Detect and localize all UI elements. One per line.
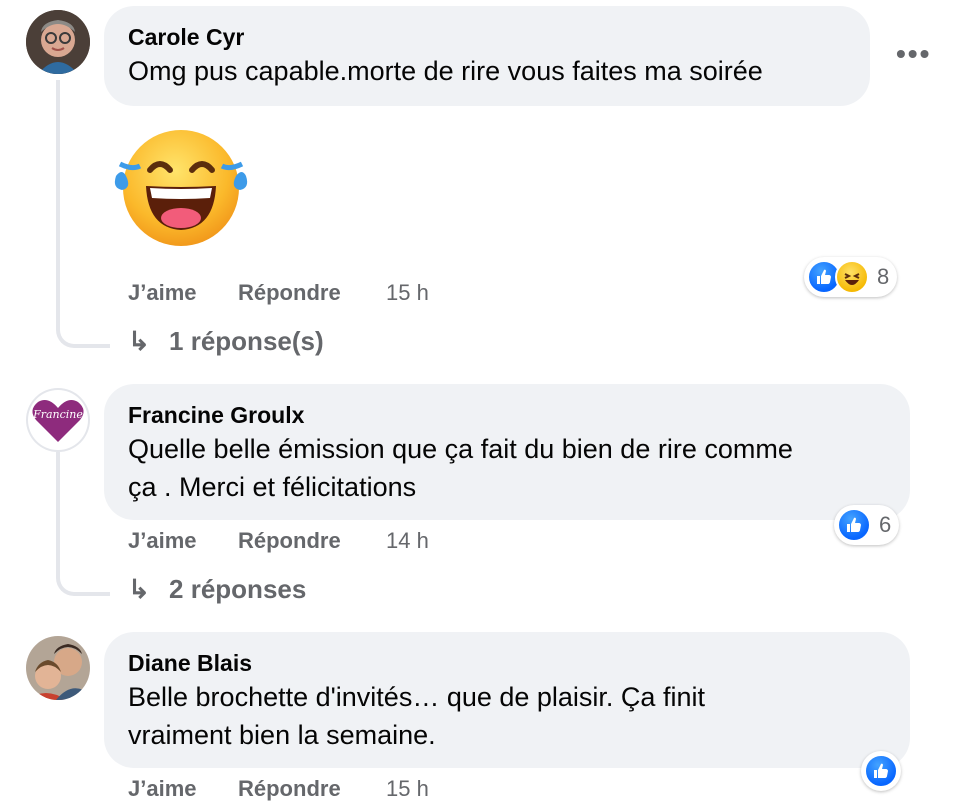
reaction-summary[interactable]: 6 xyxy=(834,505,900,545)
reply-arrow-icon: ↳ xyxy=(128,574,150,604)
more-options-icon[interactable]: ••• xyxy=(896,38,931,70)
like-icon xyxy=(864,754,898,788)
reaction-count: 6 xyxy=(879,512,892,537)
thread-curve xyxy=(56,552,110,596)
reaction-summary[interactable] xyxy=(861,751,901,791)
comment-time[interactable]: 14 h xyxy=(386,528,429,554)
comment-text-line: vraiment bien la semaine. xyxy=(128,720,436,750)
like-icon xyxy=(837,508,871,542)
comment-author[interactable]: Carole Cyr xyxy=(128,22,846,52)
thread-curve xyxy=(56,300,110,348)
reply-arrow-icon: ↳ xyxy=(128,326,150,356)
avatar-francine-groulx[interactable]: Francine xyxy=(26,388,90,452)
comment-time[interactable]: 15 h xyxy=(386,776,429,802)
reply-link[interactable]: Répondre xyxy=(238,776,341,802)
avatar-label: Francine xyxy=(33,408,83,421)
like-link[interactable]: J’aime xyxy=(128,528,197,554)
laughing-tears-emoji xyxy=(110,124,252,250)
reaction-summary[interactable]: 8 xyxy=(804,257,898,297)
reply-link[interactable]: Répondre xyxy=(238,280,341,306)
comment-text-line: Belle brochette d'invités… que de plaisi… xyxy=(128,682,705,712)
comment-author[interactable]: Diane Blais xyxy=(128,648,886,678)
like-link[interactable]: J’aime xyxy=(128,280,197,306)
comment-text-line: Quelle belle émission que ça fait du bie… xyxy=(128,434,793,464)
haha-icon xyxy=(835,260,869,294)
view-replies-link[interactable]: ↳ 1 réponse(s) xyxy=(128,326,324,357)
comment-author[interactable]: Francine Groulx xyxy=(128,400,886,430)
comment-time[interactable]: 15 h xyxy=(386,280,429,306)
avatar-diane-blais[interactable] xyxy=(26,636,90,700)
replies-label: 1 réponse(s) xyxy=(169,326,324,356)
comment-bubble: Carole Cyr Omg pus capable.morte de rire… xyxy=(104,6,870,106)
reaction-count: 8 xyxy=(877,264,890,289)
comment-text-line: ça . Merci et félicitations xyxy=(128,472,417,502)
avatar-carole-cyr[interactable] xyxy=(26,10,90,74)
like-link[interactable]: J’aime xyxy=(128,776,197,802)
reply-link[interactable]: Répondre xyxy=(238,528,341,554)
thread-line xyxy=(56,452,60,562)
comment-text: Omg pus capable.morte de rire vous faite… xyxy=(128,56,763,86)
view-replies-link[interactable]: ↳ 2 réponses xyxy=(128,574,306,605)
comment-bubble: Francine Groulx Quelle belle émission qu… xyxy=(104,384,910,520)
comment-bubble: Diane Blais Belle brochette d'invités… q… xyxy=(104,632,910,768)
replies-label: 2 réponses xyxy=(169,574,307,604)
thread-line xyxy=(56,80,60,310)
